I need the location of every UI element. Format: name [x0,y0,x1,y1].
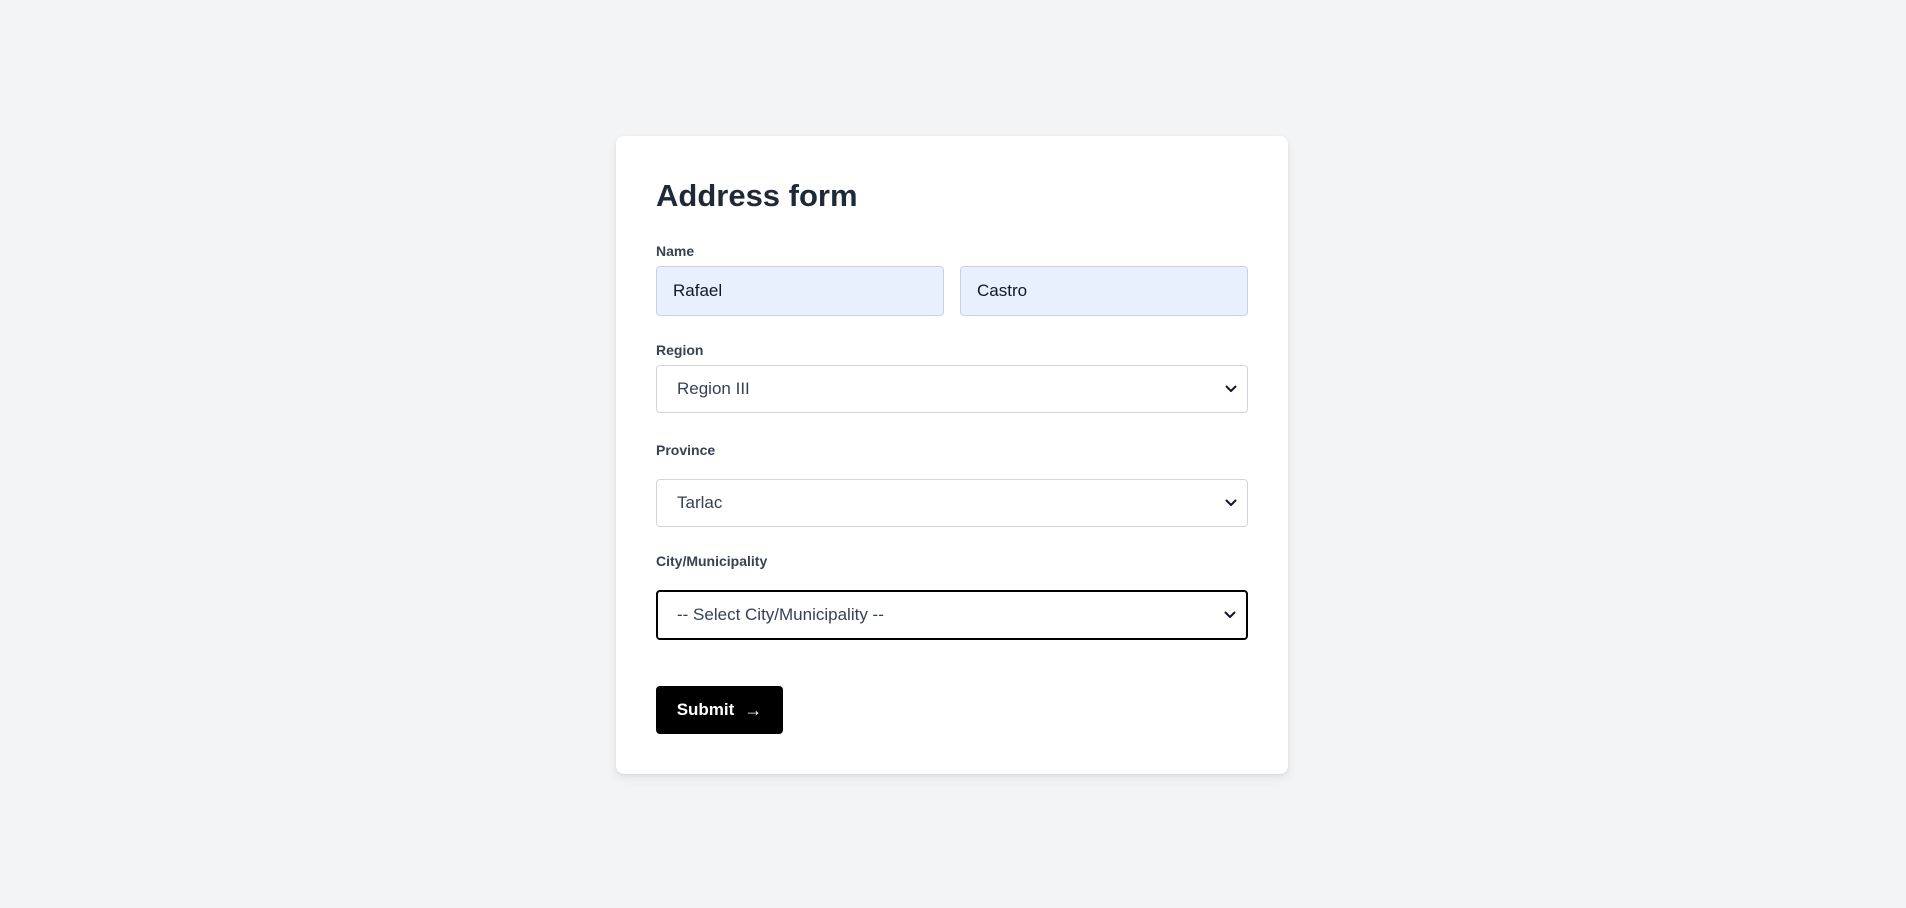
region-label: Region [656,342,704,358]
address-form-card: Address form Name Rafael Castro Region R… [616,136,1288,774]
city-select[interactable]: -- Select City/Municipality -- [656,590,1248,640]
region-selected-value: Region III [677,379,750,398]
province-select[interactable]: Tarlac [656,479,1248,527]
form-title: Address form [656,178,858,213]
first-name-value: Rafael [673,281,723,300]
chevron-down-icon [1225,499,1237,506]
last-name-input[interactable]: Castro [960,266,1248,316]
province-label: Province [656,442,716,458]
name-row: Rafael Castro [656,266,1248,316]
last-name-value: Castro [977,281,1028,300]
arrow-right-icon: → [744,699,763,720]
region-select[interactable]: Region III [656,365,1248,413]
city-selected-value: -- Select City/Municipality -- [677,605,884,624]
submit-button[interactable]: Submit → [656,686,783,734]
first-name-input[interactable]: Rafael [656,266,944,316]
chevron-down-icon [1224,611,1236,618]
city-label: City/Municipality [656,553,768,569]
submit-label: Submit [676,700,735,719]
province-selected-value: Tarlac [677,493,723,512]
name-label: Name [656,243,695,259]
chevron-down-icon [1225,385,1237,392]
